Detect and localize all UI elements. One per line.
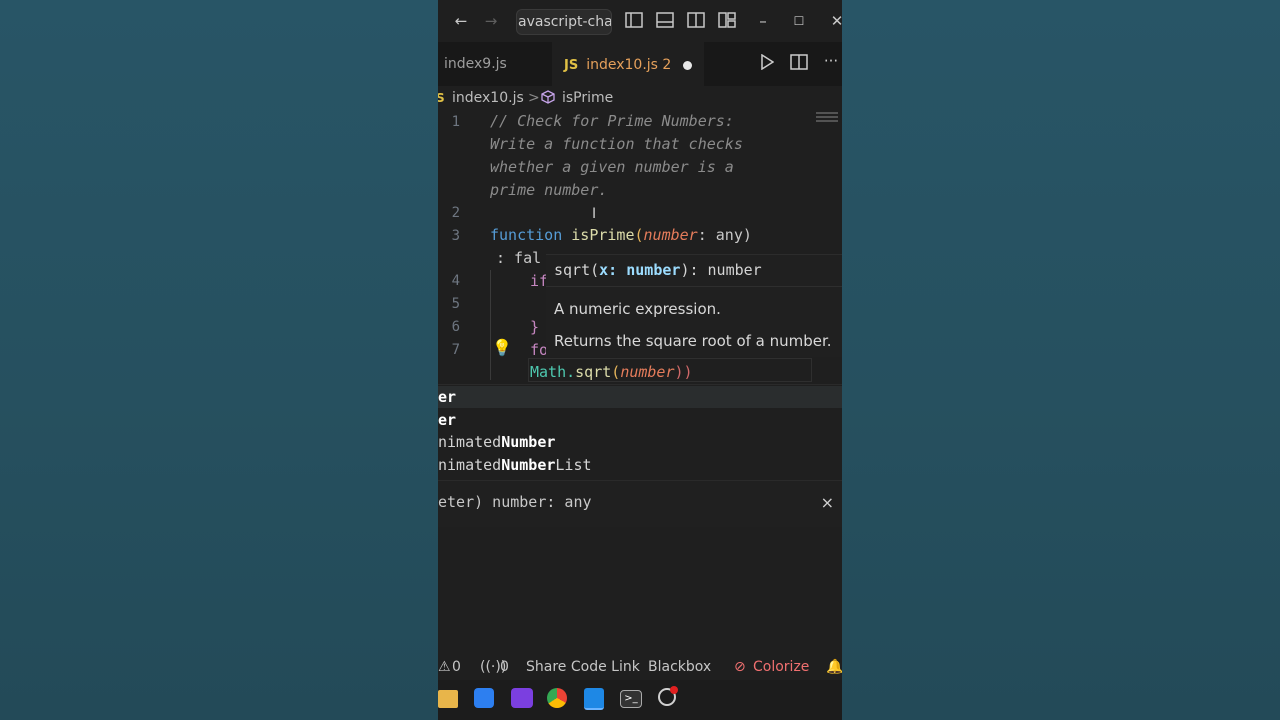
hover-tooltip: sqrt(x: number): number A numeric expres…: [546, 254, 842, 357]
command-center-search[interactable]: avascript-chall: [516, 9, 612, 35]
method-symbol-icon: [541, 86, 555, 110]
breadcrumb-separator: >: [528, 90, 540, 106]
indent-guide: [490, 270, 491, 380]
chrome-icon[interactable]: [547, 688, 567, 708]
code-line-math-sqrt: Math.sqrt(number)): [530, 363, 693, 381]
line-number: 7: [451, 342, 460, 358]
suggestion-detail-text: eter) number: any: [438, 493, 592, 511]
line-number: 1: [451, 114, 460, 130]
warning-icon[interactable]: ⚠: [438, 654, 451, 680]
blackbox-button[interactable]: Blackbox: [648, 654, 711, 680]
code-editor[interactable]: 1 2 3 4 5 6 7 // Check for Prime Numbers…: [438, 110, 842, 384]
code-line-function: function isPrime(number: any): [490, 226, 752, 244]
store-icon[interactable]: [474, 688, 494, 708]
code-comment-line: // Check for Prime Numbers:: [490, 112, 734, 130]
notifications-bell-icon[interactable]: 🔔: [826, 654, 842, 680]
vscode-window: ← → avascript-chall – ☐ ✕ index9.js JS in…: [438, 0, 842, 720]
unsaved-dot-icon[interactable]: [683, 60, 693, 70]
breadcrumb-file[interactable]: index10.js: [452, 86, 524, 110]
close-icon[interactable]: ×: [821, 493, 834, 512]
suggestion-item[interactable]: er: [438, 409, 842, 431]
line-number: 3: [451, 228, 460, 244]
file-explorer-icon[interactable]: [438, 690, 458, 708]
tab-index9[interactable]: index9.js: [444, 42, 507, 86]
customize-layout-icon[interactable]: [718, 12, 736, 30]
breadcrumb-symbol[interactable]: isPrime: [562, 86, 613, 110]
ports-count[interactable]: 0: [500, 654, 509, 680]
colorize-icon[interactable]: ⊘: [734, 654, 746, 680]
os-taskbar: >_: [438, 680, 842, 720]
more-actions-icon[interactable]: ···: [822, 52, 840, 70]
tab-label: index9.js: [444, 56, 507, 72]
hover-description: Returns the square root of a number.: [554, 332, 832, 350]
lightbulb-icon[interactable]: 💡: [492, 338, 512, 357]
warnings-count[interactable]: 0: [452, 654, 461, 680]
code-line-wrap: : fal: [496, 249, 542, 267]
breadcrumb: S index10.js > isPrime: [438, 86, 842, 110]
line-number: 4: [451, 273, 460, 289]
back-arrow-icon[interactable]: ←: [452, 12, 470, 30]
js-file-icon: S: [438, 91, 445, 105]
vscode-icon[interactable]: [584, 688, 604, 710]
toggle-secondary-sidebar-icon[interactable]: [687, 12, 705, 30]
title-bar: ← → avascript-chall – ☐ ✕: [438, 0, 842, 42]
line-number: 6: [451, 319, 460, 335]
suggestion-widget: er er nimatedNumber nimatedNumberList et…: [438, 384, 842, 527]
terminal-icon[interactable]: >_: [620, 690, 642, 708]
line-number: 2: [451, 205, 460, 221]
video-editor-icon[interactable]: [511, 688, 533, 708]
line-number: 5: [451, 296, 460, 312]
hover-separator: [546, 286, 842, 287]
minimize-icon[interactable]: –: [754, 12, 772, 30]
toggle-primary-sidebar-icon[interactable]: [625, 12, 643, 30]
code-comment-line: prime number.: [490, 181, 608, 199]
code-comment-line: Write a function that checks: [490, 135, 743, 153]
editor-tabs: index9.js JS index10.js 2 ···: [438, 42, 842, 86]
run-icon[interactable]: [758, 53, 776, 72]
minimap[interactable]: [816, 112, 838, 126]
close-window-icon[interactable]: ✕: [828, 12, 842, 30]
js-file-icon: JS: [564, 58, 579, 73]
suggestion-details: eter) number: any ×: [438, 480, 842, 527]
background-right: [842, 0, 1280, 720]
hover-signature: sqrt(x: number): number: [554, 261, 762, 279]
code-comment-line: whether a given number is a: [490, 158, 734, 176]
share-code-link[interactable]: Share Code Link: [526, 654, 640, 680]
status-bar: ⚠ 0 ((·)) 0 Share Code Link Blackbox ⊘ C…: [438, 654, 842, 680]
suggestion-item[interactable]: nimatedNumberList: [438, 454, 842, 476]
split-editor-icon[interactable]: [790, 54, 808, 72]
toggle-panel-icon[interactable]: [656, 12, 674, 30]
text-cursor-icon: I: [592, 206, 597, 222]
tab-index10[interactable]: JS index10.js 2: [552, 42, 704, 86]
colorize-button[interactable]: Colorize: [753, 654, 809, 680]
forward-arrow-icon[interactable]: →: [482, 12, 500, 30]
tab-label: index10.js 2: [586, 57, 672, 73]
notification-badge: [670, 686, 678, 694]
hover-param-doc: A numeric expression.: [554, 300, 721, 318]
background-left: [0, 0, 438, 720]
suggestion-item[interactable]: nimatedNumber: [438, 431, 842, 453]
maximize-icon[interactable]: ☐: [790, 12, 808, 30]
suggestion-item[interactable]: er: [438, 386, 842, 408]
code-line-brace: }: [530, 318, 540, 336]
